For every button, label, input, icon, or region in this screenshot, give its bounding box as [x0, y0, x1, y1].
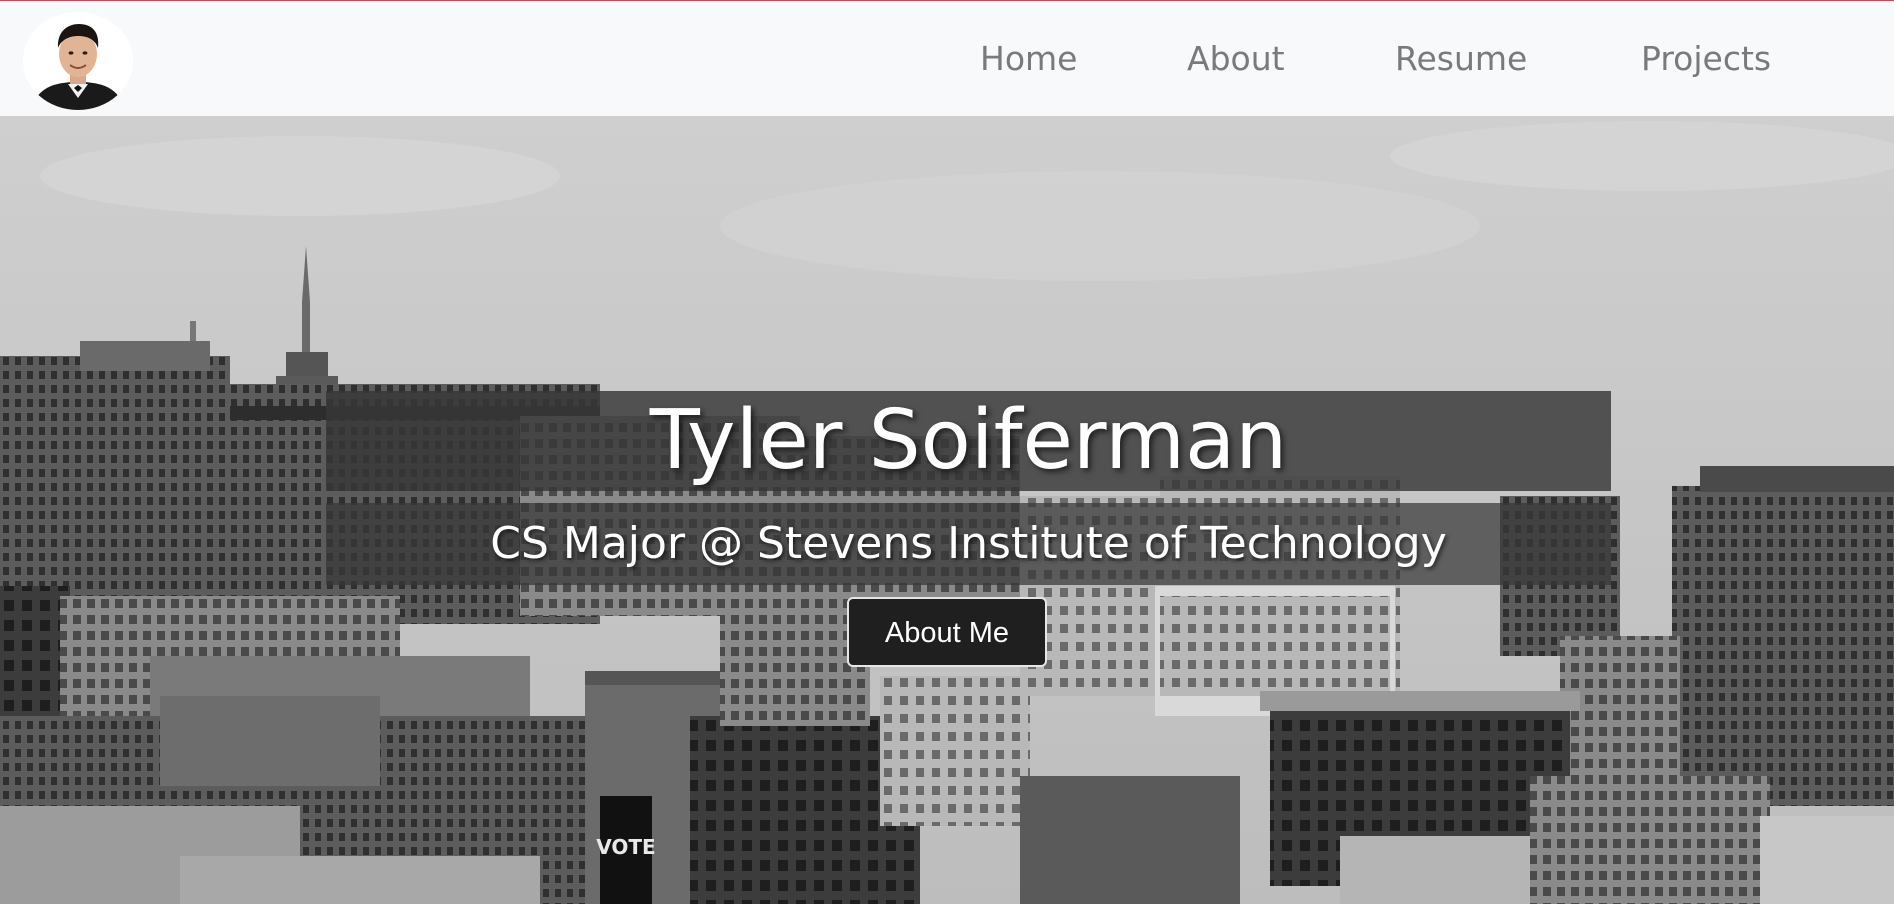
navbar: Home About Resume Projects — [0, 1, 1894, 116]
nav-links: Home About Resume Projects — [0, 37, 1894, 81]
hero-subtitle: CS Major @ Stevens Institute of Technolo… — [490, 518, 1447, 569]
hero-section: VOTE Tyler Soiferman CS Major @ Stevens … — [0, 116, 1894, 904]
nav-home-link[interactable]: Home — [980, 37, 1077, 81]
nav-projects-link[interactable]: Projects — [1641, 37, 1771, 81]
hero-title: Tyler Soiferman — [649, 393, 1288, 488]
nav-about-link[interactable]: About — [1187, 37, 1285, 81]
nav-resume-link[interactable]: Resume — [1395, 37, 1527, 81]
about-me-button[interactable]: About Me — [847, 597, 1047, 667]
vote-sign: VOTE — [596, 835, 655, 859]
